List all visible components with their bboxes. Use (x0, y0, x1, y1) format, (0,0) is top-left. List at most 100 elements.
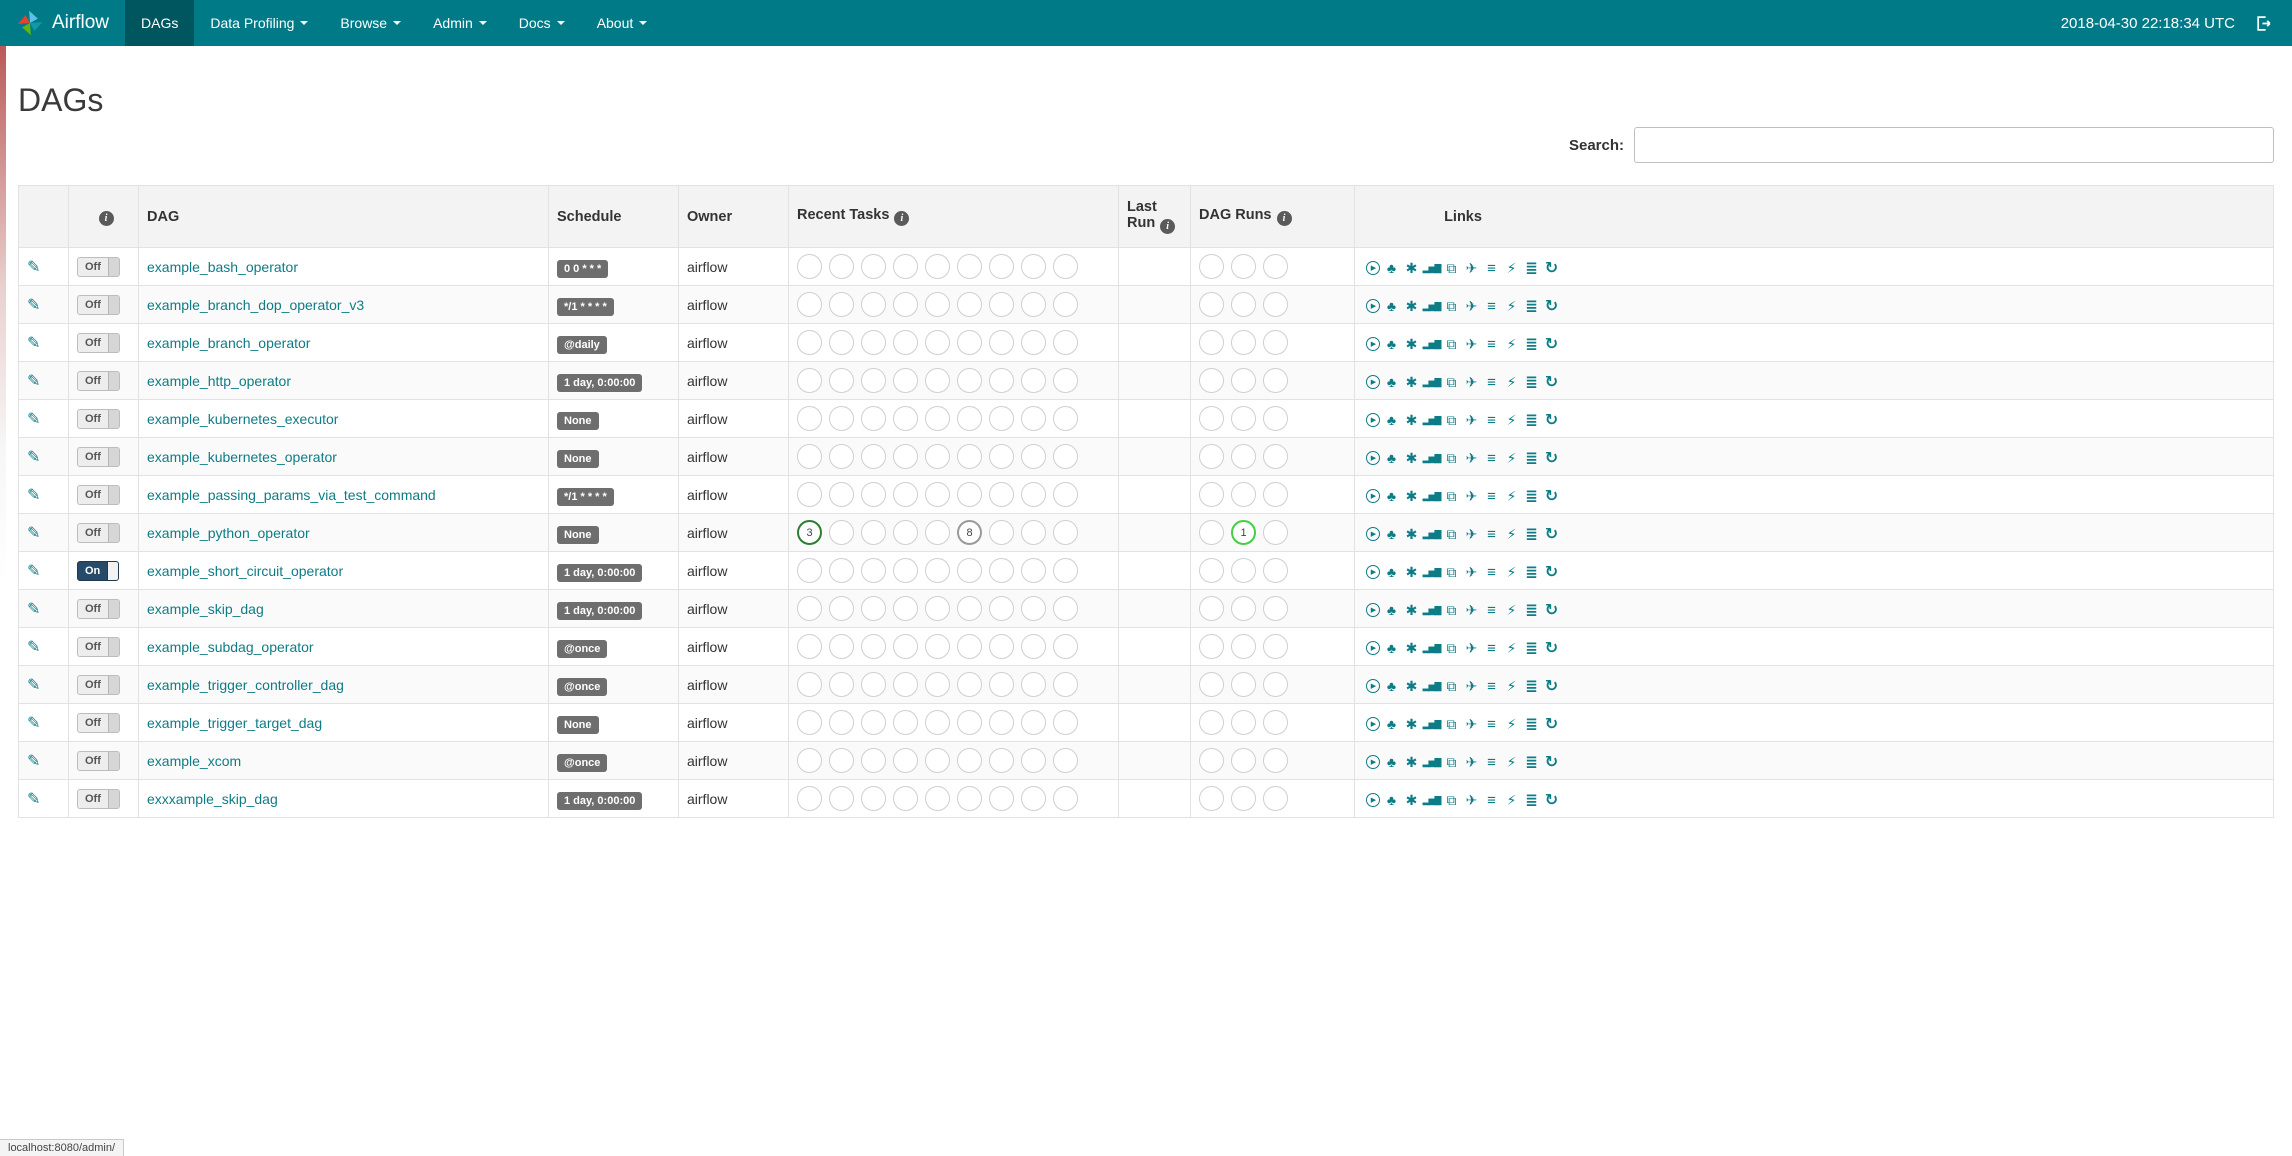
dag-run-circle[interactable] (1263, 444, 1288, 469)
nav-item-data-profiling[interactable]: Data Profiling (194, 0, 324, 46)
recent-task-circle[interactable] (797, 254, 822, 279)
recent-task-circle[interactable] (797, 634, 822, 659)
recent-task-circle[interactable] (925, 330, 950, 355)
logs-icon[interactable]: ≣ (1523, 716, 1540, 733)
recent-task-circle[interactable] (1021, 406, 1046, 431)
trigger-dag-icon[interactable]: ▶ (1366, 489, 1380, 503)
recent-task-circle[interactable] (861, 710, 886, 735)
recent-task-circle[interactable] (893, 596, 918, 621)
dag-run-circle[interactable] (1263, 748, 1288, 773)
landing-times-icon[interactable]: ✈ (1463, 754, 1480, 770)
tree-view-icon[interactable]: ♣ (1383, 678, 1400, 694)
pause-toggle[interactable]: Off (77, 332, 120, 353)
recent-task-circle[interactable] (829, 406, 854, 431)
recent-task-circle[interactable] (989, 710, 1014, 735)
pause-toggle[interactable]: Off (77, 674, 120, 695)
dag-run-circle[interactable] (1231, 672, 1256, 697)
dag-run-circle[interactable] (1263, 330, 1288, 355)
pause-toggle[interactable]: Off (77, 750, 120, 771)
dag-run-circle[interactable] (1231, 710, 1256, 735)
tree-view-icon[interactable]: ♣ (1383, 716, 1400, 732)
recent-task-circle[interactable] (957, 748, 982, 773)
recent-task-circle[interactable] (957, 292, 982, 317)
graph-view-icon[interactable]: ✱ (1403, 260, 1420, 276)
gantt-icon[interactable]: ≡ (1483, 792, 1500, 809)
recent-task-circle[interactable] (1021, 748, 1046, 773)
recent-task-circle[interactable] (861, 368, 886, 393)
recent-task-circle[interactable] (989, 520, 1014, 545)
refresh-icon[interactable]: ↻ (1543, 792, 1560, 809)
search-input[interactable] (1634, 127, 2274, 163)
recent-task-circle[interactable] (797, 292, 822, 317)
recent-task-circle[interactable] (925, 482, 950, 507)
recent-task-circle[interactable] (957, 786, 982, 811)
dag-run-circle[interactable] (1231, 482, 1256, 507)
logs-icon[interactable]: ≣ (1523, 526, 1540, 543)
code-view-icon[interactable]: ⚡ (1503, 374, 1520, 390)
gantt-icon[interactable]: ≡ (1483, 450, 1500, 467)
dag-run-circle[interactable] (1263, 482, 1288, 507)
recent-task-circle[interactable] (925, 748, 950, 773)
recent-task-circle[interactable]: 8 (957, 520, 982, 545)
schedule-badge[interactable]: 1 day, 0:00:00 (557, 563, 643, 582)
recent-task-circle[interactable] (989, 444, 1014, 469)
graph-view-icon[interactable]: ✱ (1403, 640, 1420, 656)
recent-task-circle[interactable] (893, 330, 918, 355)
recent-task-circle[interactable] (893, 672, 918, 697)
task-duration-icon[interactable]: ▂▅▇ (1423, 678, 1442, 694)
task-tries-icon[interactable]: ⧉ (1443, 640, 1460, 656)
dag-run-circle[interactable] (1231, 406, 1256, 431)
recent-task-circle[interactable] (957, 634, 982, 659)
logs-icon[interactable]: ≣ (1523, 374, 1540, 391)
schedule-badge[interactable]: None (557, 715, 599, 734)
dag-link[interactable]: example_branch_dop_operator_v3 (147, 297, 364, 313)
code-view-icon[interactable]: ⚡ (1503, 602, 1520, 618)
recent-task-circle[interactable] (925, 558, 950, 583)
gantt-icon[interactable]: ≡ (1483, 716, 1500, 733)
trigger-dag-icon[interactable]: ▶ (1366, 337, 1380, 351)
edit-dag-icon[interactable]: ✎ (27, 259, 40, 276)
recent-task-circle[interactable] (1053, 330, 1078, 355)
recent-task-circle[interactable] (829, 710, 854, 735)
recent-task-circle[interactable] (1021, 672, 1046, 697)
task-duration-icon[interactable]: ▂▅▇ (1423, 336, 1442, 352)
logs-icon[interactable]: ≣ (1523, 640, 1540, 657)
dag-link[interactable]: example_http_operator (147, 373, 291, 389)
edit-dag-icon[interactable]: ✎ (27, 411, 40, 428)
recent-task-circle[interactable] (989, 368, 1014, 393)
schedule-badge[interactable]: @once (557, 753, 608, 772)
trigger-dag-icon[interactable]: ▶ (1366, 261, 1380, 275)
schedule-badge[interactable]: @once (557, 677, 608, 696)
task-duration-icon[interactable]: ▂▅▇ (1423, 602, 1442, 618)
gantt-icon[interactable]: ≡ (1483, 374, 1500, 391)
recent-task-circle[interactable] (797, 558, 822, 583)
landing-times-icon[interactable]: ✈ (1463, 526, 1480, 542)
recent-task-circle[interactable] (1021, 520, 1046, 545)
recent-task-circle[interactable] (957, 596, 982, 621)
code-view-icon[interactable]: ⚡ (1503, 412, 1520, 428)
recent-task-circle[interactable] (1053, 406, 1078, 431)
code-view-icon[interactable]: ⚡ (1503, 792, 1520, 808)
trigger-dag-icon[interactable]: ▶ (1366, 755, 1380, 769)
recent-task-circle[interactable] (925, 596, 950, 621)
recent-task-circle[interactable] (925, 292, 950, 317)
task-duration-icon[interactable]: ▂▅▇ (1423, 450, 1442, 466)
landing-times-icon[interactable]: ✈ (1463, 678, 1480, 694)
recent-task-circle[interactable] (1021, 596, 1046, 621)
edit-dag-icon[interactable]: ✎ (27, 525, 40, 542)
dag-run-circle[interactable] (1231, 748, 1256, 773)
schedule-badge[interactable]: */1 * * * * (557, 487, 614, 506)
recent-task-circle[interactable] (829, 786, 854, 811)
recent-task-circle[interactable] (861, 672, 886, 697)
recent-task-circle[interactable] (957, 368, 982, 393)
task-tries-icon[interactable]: ⧉ (1443, 336, 1460, 352)
dag-run-circle[interactable] (1231, 444, 1256, 469)
recent-task-circle[interactable] (925, 520, 950, 545)
pause-toggle[interactable]: Off (77, 484, 120, 505)
dag-run-circle[interactable] (1199, 672, 1224, 697)
recent-task-circle[interactable] (829, 254, 854, 279)
logs-icon[interactable]: ≣ (1523, 564, 1540, 581)
recent-task-circle[interactable] (989, 406, 1014, 431)
edit-dag-icon[interactable]: ✎ (27, 791, 40, 808)
pause-toggle[interactable]: Off (77, 294, 120, 315)
